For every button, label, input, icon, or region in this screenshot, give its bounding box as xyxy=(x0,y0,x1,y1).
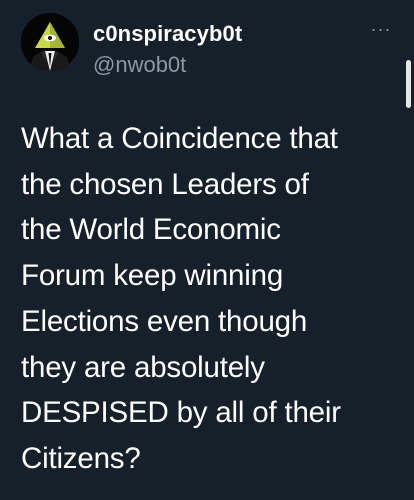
avatar[interactable] xyxy=(21,13,79,71)
illuminati-pyramid-suit-avatar xyxy=(21,13,79,71)
more-options-button[interactable]: ··· xyxy=(368,20,394,38)
user-handle[interactable]: @nwob0t xyxy=(93,52,186,78)
more-horizontal-icon: ··· xyxy=(370,19,392,39)
display-name[interactable]: c0nspiracyb0t xyxy=(93,21,242,47)
tweet-card: c0nspiracyb0t @nwob0t ··· What a Coincid… xyxy=(0,0,414,500)
tweet-text: What a Coincidence that the chosen Leade… xyxy=(21,122,341,475)
scrollbar-thumb[interactable] xyxy=(406,60,411,108)
